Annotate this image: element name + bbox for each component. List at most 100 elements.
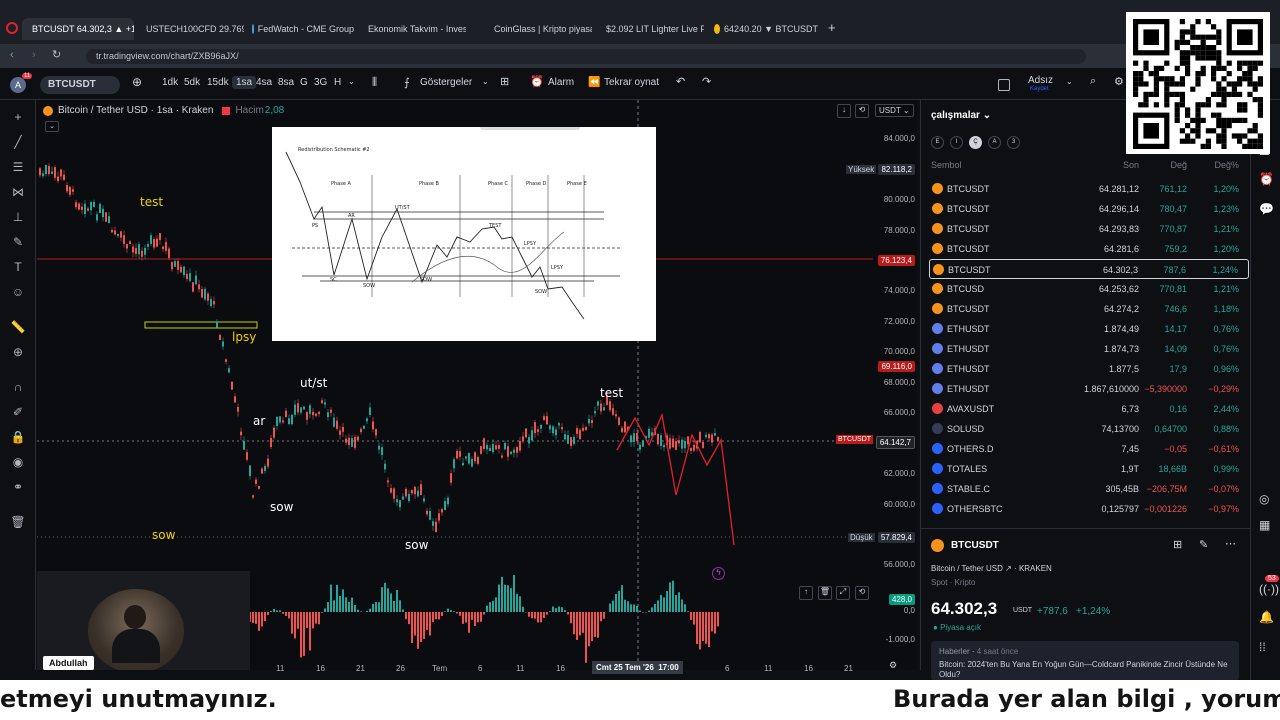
watchlist-row[interactable]: SOLUSD 74,13700 0,64700 0,88% bbox=[929, 419, 1249, 439]
osc-delete-icon[interactable]: 🗑 bbox=[818, 586, 832, 600]
reload-icon[interactable]: ↻ bbox=[52, 48, 61, 61]
target-icon[interactable]: ◎ bbox=[1259, 492, 1269, 506]
filter-chip[interactable]: 3 bbox=[1007, 136, 1020, 149]
forecast-icon[interactable]: ⊥ bbox=[9, 210, 27, 224]
add-symbol-icon[interactable]: ⊕ bbox=[132, 75, 142, 89]
annotation-test[interactable]: test bbox=[140, 195, 163, 209]
sync-icon[interactable]: ⟲ bbox=[855, 104, 869, 118]
filter-chip[interactable]: I bbox=[950, 136, 963, 149]
watchlist-row[interactable]: ETHUSDT 1.867,610000 −5,390000 −0,29% bbox=[929, 379, 1249, 399]
annotation-utst[interactable]: ut/st bbox=[300, 376, 327, 390]
interval-1sa[interactable]: 1sa bbox=[232, 76, 257, 89]
layout-name[interactable]: Adsız bbox=[1028, 75, 1053, 86]
templates-icon[interactable]: ⊞ bbox=[500, 75, 509, 88]
header-symbol[interactable]: Sembol bbox=[931, 160, 962, 170]
pattern-icon[interactable]: ⋈ bbox=[9, 185, 27, 199]
header-change[interactable]: Değ bbox=[1170, 160, 1187, 170]
interval-h[interactable]: H bbox=[334, 77, 341, 88]
browser-tab[interactable]: Ekonomik Takvim - Invest bbox=[358, 18, 466, 40]
lock-icon[interactable]: 🔒 bbox=[9, 430, 27, 444]
opera-logo-icon[interactable] bbox=[6, 22, 18, 34]
collapse-legend-icon[interactable]: ⌄ bbox=[45, 121, 59, 132]
chevron-down-icon[interactable]: ⌄ bbox=[348, 77, 355, 86]
watchlist-row[interactable]: BTCUSDT 64.296,14 780,47 1,23% bbox=[929, 199, 1249, 219]
replay-button[interactable]: Tekrar oynat bbox=[604, 77, 659, 88]
search-icon[interactable]: ⌕ bbox=[1090, 75, 1096, 88]
chevron-down-icon[interactable]: ⌄ bbox=[482, 77, 489, 86]
interval-g[interactable]: G bbox=[300, 77, 308, 88]
osc-up-icon[interactable]: ↑ bbox=[799, 586, 813, 600]
redistribution-schematic-image[interactable]: Redistribution Schematic #2 Phase A Phas… bbox=[272, 127, 656, 341]
browser-tab[interactable]: $2.092 LIT Lighter Live Pri bbox=[596, 18, 704, 40]
osc-maximize-icon[interactable]: ⤢ bbox=[836, 586, 850, 600]
apps-icon[interactable]: ⁞⁞ bbox=[1259, 640, 1266, 654]
scroll-down-icon[interactable]: ↓ bbox=[837, 104, 851, 118]
watchlist-row[interactable]: BTCUSDT 64.302,3 787,6 1,24% bbox=[929, 259, 1249, 279]
candles-icon[interactable]: ⫴ bbox=[372, 75, 377, 90]
watchlist-row[interactable]: BTCUSDT 64.281,6 759,2 1,20% bbox=[929, 239, 1249, 259]
interval-5dk[interactable]: 5dk bbox=[184, 77, 200, 88]
annotation-sow[interactable]: sow bbox=[152, 528, 175, 542]
watchlist-row[interactable]: BTCUSDT 64.281,12 761,12 1,20% bbox=[929, 179, 1249, 199]
symbol-search[interactable]: BTCUSDT bbox=[40, 76, 120, 94]
text-icon[interactable]: T bbox=[9, 260, 27, 274]
avatar[interactable]: A bbox=[10, 77, 26, 93]
redo-icon[interactable]: ↷ bbox=[702, 75, 711, 88]
emoji-icon[interactable]: ☺ bbox=[9, 285, 27, 299]
interval-8sa[interactable]: 8sa bbox=[278, 77, 294, 88]
annotation-test[interactable]: test bbox=[600, 386, 623, 400]
eye-icon[interactable]: ◉ bbox=[9, 455, 27, 469]
forward-icon[interactable]: › bbox=[32, 49, 36, 61]
annotation-sow[interactable]: sow bbox=[270, 500, 293, 514]
watchlist-row[interactable]: OTHERSBTC 0,125797 −0,001226 −0,97% bbox=[929, 499, 1249, 519]
indicators-button[interactable]: Göstergeler bbox=[420, 77, 472, 88]
annotation-ar[interactable]: ar bbox=[253, 414, 265, 428]
edit-icon[interactable]: ✎ bbox=[1199, 538, 1208, 551]
watchlist-row[interactable]: ETHUSDT 1.877,5 17,9 0,96% bbox=[929, 359, 1249, 379]
watchlist-row[interactable]: BTCUSDT 64.274,2 746,6 1,18% bbox=[929, 299, 1249, 319]
new-tab-icon[interactable]: + bbox=[828, 20, 836, 35]
chart-legend[interactable]: Bitcoin / Tether USD · 1sa · Kraken Haci… bbox=[43, 105, 284, 116]
lightning-icon[interactable]: ϟ bbox=[712, 567, 725, 580]
grid-icon[interactable]: ⊞ bbox=[1173, 538, 1182, 551]
url-input[interactable]: tr.tradingview.com/chart/ZXB96aJX/ bbox=[86, 49, 1086, 64]
filter-chip[interactable]: A bbox=[988, 136, 1001, 149]
indicators-icon[interactable]: ⨍ bbox=[404, 76, 410, 89]
watchlist-row[interactable]: ETHUSDT 1.874,73 14,09 0,76% bbox=[929, 339, 1249, 359]
axis-settings-icon[interactable]: ⚙ bbox=[889, 660, 897, 671]
link-icon[interactable]: ⚭ bbox=[9, 480, 27, 494]
interval-1dk[interactable]: 1dk bbox=[162, 77, 178, 88]
bell-icon[interactable]: 🔔 bbox=[1259, 610, 1274, 624]
alerts-icon[interactable]: ⏰ bbox=[1259, 172, 1274, 186]
news-headline[interactable]: Bitcoin: 2024'ten Bu Yana En Yoğun Gün—C… bbox=[939, 660, 1235, 680]
watchlist-row[interactable]: STABLE.C 305,45B −206,75M −0,07% bbox=[929, 479, 1249, 499]
browser-tab[interactable]: CoinGlass | Kripto piyasa bbox=[484, 18, 592, 40]
browser-tab[interactable]: FedWatch - CME Group bbox=[246, 18, 354, 40]
more-icon[interactable]: ⋯ bbox=[1225, 537, 1236, 550]
fib-icon[interactable]: ☰ bbox=[9, 160, 27, 174]
annotation-lpsy[interactable]: lpsy bbox=[232, 330, 256, 344]
trash-icon[interactable]: 🗑 bbox=[9, 515, 27, 529]
currency-selector[interactable]: USDT ⌄ bbox=[875, 104, 914, 117]
replay-icon[interactable]: ⏪ bbox=[588, 77, 600, 88]
watchlist-row[interactable]: OTHERS.D 7,45 −0,05 −0,61% bbox=[929, 439, 1249, 459]
watchlist-row[interactable]: TOTALES 1,9T 18,66B 0,99% bbox=[929, 459, 1249, 479]
header-last[interactable]: Son bbox=[1123, 160, 1139, 170]
ruler-icon[interactable]: 📏 bbox=[9, 320, 27, 334]
browser-tab[interactable]: USTECH100CFD 29.769,3 · bbox=[136, 18, 244, 40]
chevron-down-icon[interactable]: ⌄ bbox=[1066, 77, 1073, 86]
watchlist-row[interactable]: BTCUSD 64.253,62 770,81 1,21% bbox=[929, 279, 1249, 299]
back-icon[interactable]: ‹ bbox=[10, 49, 14, 61]
interval-15dk[interactable]: 15dk bbox=[207, 77, 229, 88]
header-pct[interactable]: Değ% bbox=[1214, 160, 1239, 170]
interval-4sa[interactable]: 4sa bbox=[256, 77, 272, 88]
browser-tab[interactable]: BTCUSDT 64.302,3 ▲ +1.2 bbox=[22, 18, 134, 40]
crosshair-icon[interactable]: + bbox=[9, 110, 27, 124]
watchlist-row[interactable]: ETHUSDT 1.874,49 14,17 0,76% bbox=[929, 319, 1249, 339]
news-card[interactable]: Haberler · 4 saat önce Bitcoin: 2024'ten… bbox=[931, 641, 1239, 681]
osc-sync-icon[interactable]: ⟲ bbox=[855, 586, 869, 600]
broadcast-icon[interactable]: ((·)) bbox=[1259, 582, 1279, 596]
alarm-button[interactable]: Alarm bbox=[548, 77, 574, 88]
annotation-sow[interactable]: sow bbox=[405, 538, 428, 552]
settings-icon[interactable]: ⚙ bbox=[1114, 75, 1124, 88]
